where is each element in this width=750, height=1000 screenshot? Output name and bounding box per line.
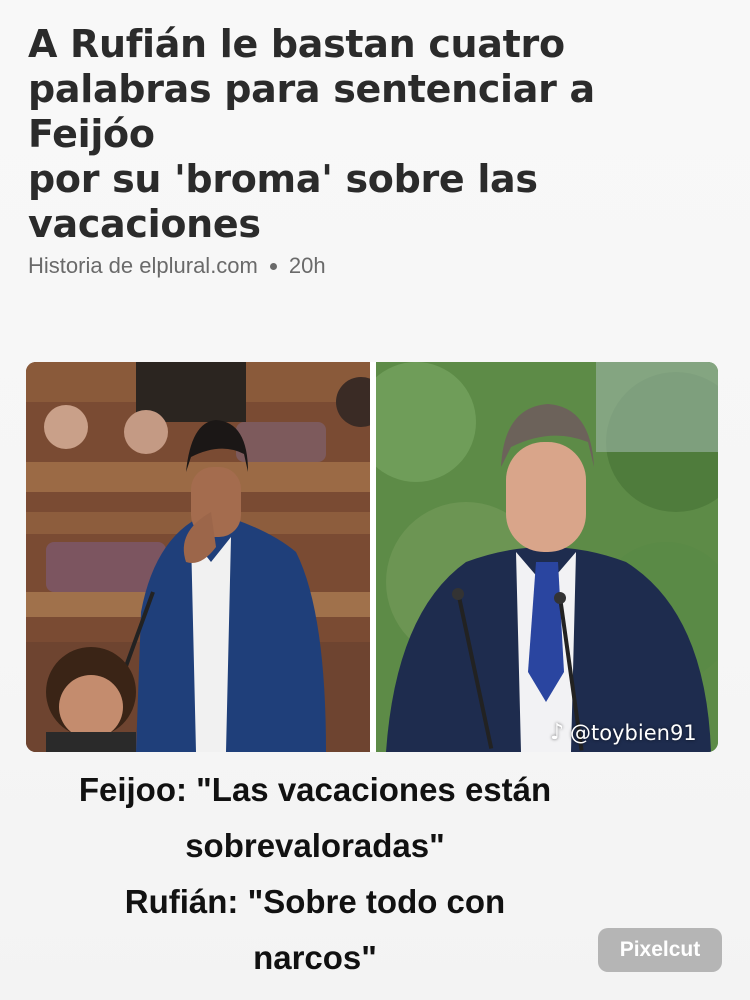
headline-line-4: vacaciones: [28, 202, 261, 246]
source-label[interactable]: Historia de elplural.com: [28, 253, 258, 279]
caption-line-1: Feijoo: "Las vacaciones están: [78, 771, 552, 808]
caption-line-3: Rufián: "Sobre todo con: [124, 883, 506, 920]
caption-line-4: narcos": [253, 939, 377, 976]
caption-line-2: sobrevaloradas": [185, 827, 445, 864]
tiktok-handle: @toybien91: [570, 720, 697, 745]
separator-dot: [269, 262, 277, 270]
pixelcut-badge: Pixelcut: [598, 928, 722, 972]
article-image-collage[interactable]: [26, 362, 718, 752]
tiktok-watermark: ♪ @toybien91: [550, 720, 697, 745]
headline-line-2: palabras para sentenciar a Feijóo: [28, 67, 595, 156]
headline-line-1: A Rufián le bastan cuatro: [28, 22, 565, 66]
photo-rufian-illustration: [26, 362, 370, 752]
meme-caption: Feijoo: "Las vacaciones están sobrevalor…: [0, 762, 630, 986]
timestamp: 20h: [288, 253, 326, 278]
article-meta: Historia de elplural.com 20h: [28, 253, 326, 279]
tiktok-icon: ♪: [550, 720, 565, 745]
screenshot-page: A Rufián le bastan cuatro palabras para …: [0, 0, 750, 1000]
photo-rufian: [26, 362, 370, 752]
photo-feijoo-illustration: [376, 362, 718, 752]
photo-feijoo: [376, 362, 718, 752]
article-headline[interactable]: A Rufián le bastan cuatro palabras para …: [28, 22, 718, 247]
headline-line-3: por su 'broma' sobre las: [28, 157, 538, 201]
